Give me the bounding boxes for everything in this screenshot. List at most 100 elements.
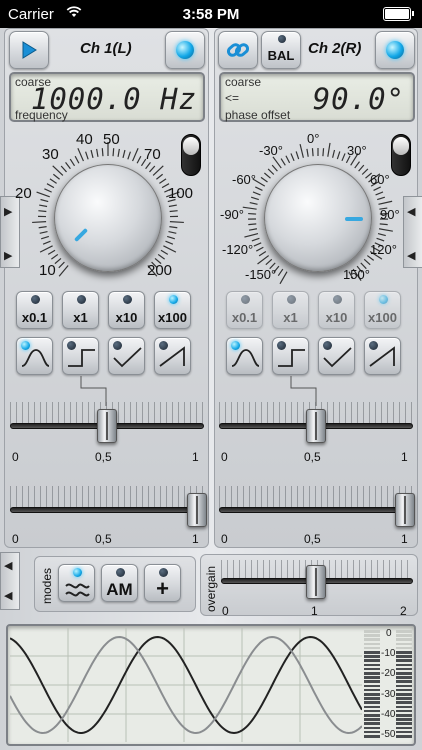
slider-scale-label: 0 — [222, 604, 229, 618]
range-x1-button[interactable]: x1 — [62, 291, 99, 329]
overgain-slider[interactable] — [221, 560, 413, 604]
square-wave-button[interactable] — [272, 337, 309, 375]
mix-mode-button[interactable] — [58, 564, 95, 602]
slider-scale-label: 0 — [12, 532, 19, 546]
dial-label: 20 — [15, 185, 32, 202]
dial-label: 200 — [147, 262, 173, 279]
status-bar: Carrier 3:58 PM — [0, 0, 422, 28]
dial-label: 0° — [307, 131, 320, 146]
channel-2-slider-1[interactable] — [219, 402, 413, 452]
meter-label: -30 — [381, 689, 396, 700]
channel-1-title: Ch 1(L) — [80, 40, 132, 57]
square-wave-icon — [68, 349, 95, 367]
dial-label: -90° — [220, 207, 244, 222]
slider-thumb[interactable] — [395, 493, 415, 527]
overgain-label: overgain — [204, 565, 218, 612]
slider-thumb[interactable] — [97, 409, 117, 443]
link-chain-icon — [226, 43, 250, 57]
play-icon — [22, 41, 37, 59]
range-x100-button[interactable]: x100 — [364, 291, 401, 329]
dial-label: 30° — [347, 143, 367, 158]
slider-thumb[interactable] — [306, 409, 326, 443]
channel-1-slider-2[interactable] — [10, 486, 207, 536]
level-meter-left — [364, 630, 380, 740]
level-meter-right — [396, 630, 412, 740]
knob-indicator — [73, 227, 89, 243]
status-time: 3:58 PM — [182, 6, 240, 23]
modes-label: modes — [40, 567, 54, 604]
left-side-tab[interactable]: ▶ ▶ — [0, 196, 20, 268]
range-x1-button[interactable]: x1 — [272, 291, 309, 329]
sine-wave-icon — [231, 349, 260, 367]
slider-scale-label: 1 — [192, 450, 199, 464]
dial-label: 90° — [380, 207, 400, 222]
slider-thumb[interactable] — [187, 493, 207, 527]
meter-label: -50 — [381, 729, 396, 740]
frequency-knob[interactable] — [54, 164, 162, 272]
dial-label: -150° — [245, 267, 277, 282]
oscilloscope-display: 0 -10 -20 -30 -40 -50 — [6, 624, 416, 746]
slider-scale-label: 0,5 — [95, 532, 112, 546]
add-mode-button[interactable]: + — [144, 564, 181, 602]
lcd-arrow-label: <= — [225, 91, 240, 105]
triangle-wave-button[interactable] — [108, 337, 145, 375]
record-led-icon — [176, 41, 194, 59]
sawtooth-wave-button[interactable] — [364, 337, 401, 375]
dial-label: 120° — [370, 242, 397, 257]
sine-wave-button[interactable] — [16, 337, 53, 375]
slider-scale-label: 0,5 — [95, 450, 112, 464]
dial-label: 70 — [144, 146, 161, 163]
play-button[interactable] — [9, 31, 49, 69]
channel-2-title: Ch 2(R) — [308, 40, 362, 57]
triangle-wave-button[interactable] — [318, 337, 355, 375]
lcd-param-label: phase offset — [225, 108, 291, 122]
slider-scale-label: 0 — [221, 450, 228, 464]
meter-label: -20 — [381, 668, 396, 679]
range-x100-button[interactable]: x100 — [154, 291, 191, 329]
mix-wave-icon — [65, 583, 90, 597]
channel-1-record-button[interactable] — [165, 31, 205, 69]
slider-scale-label: 1 — [311, 604, 318, 618]
range-x10-button[interactable]: x10 — [318, 291, 355, 329]
slider-thumb[interactable] — [306, 565, 326, 599]
sawtooth-wave-icon — [369, 346, 395, 367]
dial-label: 150° — [343, 267, 370, 282]
channel-2-slider-2[interactable] — [219, 486, 415, 536]
slider-scale-label: 0 — [12, 450, 19, 464]
meter-label: 0 — [386, 628, 392, 639]
link-button[interactable] — [218, 31, 258, 69]
dial-label: -60° — [232, 172, 256, 187]
frequency-display[interactable]: coarse 1000.0 Hz frequency — [9, 72, 205, 122]
balance-button[interactable]: BAL — [261, 31, 301, 69]
sawtooth-wave-button[interactable] — [154, 337, 191, 375]
phase-offset-display[interactable]: coarse <= 90.0° phase offset — [219, 72, 415, 122]
slider-scale-label: 0,5 — [304, 450, 321, 464]
sine-wave-button[interactable] — [226, 337, 263, 375]
am-mode-button[interactable]: AM — [101, 564, 138, 602]
range-x10-button[interactable]: x10 — [108, 291, 145, 329]
lcd-mode-label: coarse — [225, 75, 262, 89]
battery-icon — [383, 7, 414, 21]
range-x0.1-button[interactable]: x0.1 — [226, 291, 263, 329]
plus-label: + — [156, 576, 169, 601]
square-wave-button[interactable] — [62, 337, 99, 375]
right-side-tab[interactable]: ◀ ◀ — [403, 196, 422, 268]
range-x0.1-button[interactable]: x0.1 — [16, 291, 53, 329]
slider-scale-label: 1 — [401, 450, 408, 464]
dial-label: 30 — [42, 146, 59, 163]
sine-wave-icon — [21, 349, 50, 367]
dial-label: 60° — [370, 172, 390, 187]
meter-label: -40 — [381, 709, 396, 720]
slider-scale-label: 2 — [400, 604, 407, 618]
balance-led-icon — [278, 35, 286, 43]
slider-scale-label: 1 — [401, 532, 408, 546]
lcd-param-label: frequency — [15, 108, 68, 122]
phase-knob[interactable] — [264, 164, 372, 272]
dial-label: -30° — [259, 143, 283, 158]
dial-label: 40 — [76, 131, 93, 148]
channel-2-record-button[interactable] — [375, 31, 415, 69]
channel-1-slider-1[interactable] — [10, 402, 204, 452]
bottom-left-side-tab[interactable]: ◀ ◀ — [0, 552, 20, 610]
record-led-icon — [386, 41, 404, 59]
dial-label: 50 — [103, 131, 120, 148]
